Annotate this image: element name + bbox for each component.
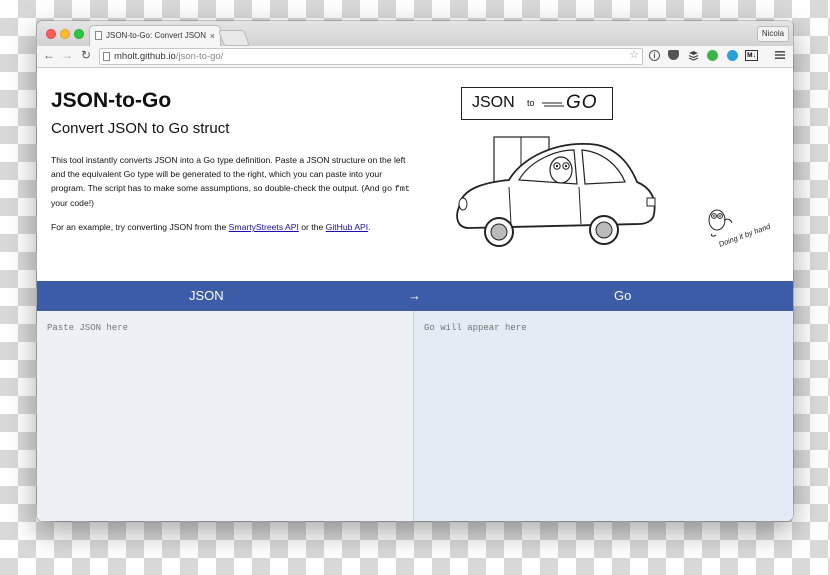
example-suffix: . — [368, 222, 371, 232]
forward-button[interactable]: → — [61, 48, 73, 62]
json-label: JSON — [189, 288, 224, 303]
example-middle: or the — [298, 222, 326, 232]
description: This tool instantly converts JSON into a… — [51, 153, 411, 210]
json-to-go-logo: JSON to GO — [461, 87, 613, 120]
url-path: /json-to-go/ — [175, 51, 224, 62]
description-text: This tool instantly converts JSON into a… — [51, 155, 406, 193]
speed-lines-icon — [542, 102, 564, 107]
code-fmt: fmt — [394, 184, 411, 194]
page-subtitle: Convert JSON to Go struct — [51, 120, 230, 137]
green-circle-icon[interactable] — [707, 50, 718, 61]
bookmark-star-icon[interactable]: ☆ — [629, 49, 639, 63]
code-go: go — [381, 184, 393, 194]
logo-to-text: to — [527, 98, 535, 108]
go-label: Go — [614, 288, 632, 303]
editor-panes — [37, 311, 793, 521]
markdown-icon[interactable]: M↓ — [745, 50, 758, 61]
profile-button[interactable]: Nicola — [757, 26, 789, 42]
new-tab-button[interactable] — [218, 30, 250, 46]
pocket-icon[interactable] — [668, 50, 679, 60]
close-window-button[interactable] — [46, 29, 56, 39]
browser-tab[interactable]: JSON-to-Go: Convert JSON × — [89, 25, 221, 46]
tab-title: JSON-to-Go: Convert JSON — [106, 31, 207, 40]
reload-button[interactable]: ↻ — [81, 48, 91, 62]
example-text: For an example, try converting JSON from… — [51, 220, 431, 234]
buffer-icon[interactable] — [687, 50, 699, 62]
example-prefix: For an example, try converting JSON from… — [51, 222, 229, 232]
address-bar[interactable]: mholt.github.io/json-to-go/ ☆ — [99, 48, 643, 65]
smartystreets-link[interactable]: SmartyStreets API — [229, 222, 299, 232]
page-icon — [103, 52, 110, 61]
menu-icon[interactable] — [774, 50, 786, 62]
page-title: JSON-to-Go — [51, 89, 172, 112]
description-end: your code!) — [51, 198, 94, 208]
editor-header-bar: JSON → Go — [37, 281, 793, 311]
go-output[interactable] — [414, 311, 793, 521]
blue-shield-icon[interactable] — [727, 50, 738, 61]
json-input[interactable] — [37, 311, 414, 521]
logo-json-text: JSON — [472, 94, 515, 111]
tab-close-icon[interactable]: × — [210, 26, 215, 46]
info-icon[interactable]: i — [649, 50, 660, 61]
minimize-window-button[interactable] — [60, 29, 70, 39]
arrow-icon: → — [408, 288, 421, 303]
logo-go-text: GO — [566, 92, 598, 113]
github-api-link[interactable]: GitHub API — [326, 222, 369, 232]
tab-bar: JSON-to-Go: Convert JSON × Nicola — [37, 21, 793, 46]
browser-toolbar: ← → ↻ mholt.github.io/json-to-go/ ☆ i M↓ — [37, 46, 793, 68]
url-host: mholt.github.io — [114, 51, 176, 62]
zoom-window-button[interactable] — [74, 29, 84, 39]
gopher-car-illustration — [456, 136, 656, 247]
browser-window: JSON-to-Go: Convert JSON × Nicola ← → ↻ … — [37, 21, 793, 521]
document-icon — [95, 31, 102, 40]
gopher-drawing — [708, 209, 733, 237]
page-header: JSON-to-Go Convert JSON to Go struct Thi… — [37, 68, 793, 281]
back-button[interactable]: ← — [43, 48, 55, 62]
